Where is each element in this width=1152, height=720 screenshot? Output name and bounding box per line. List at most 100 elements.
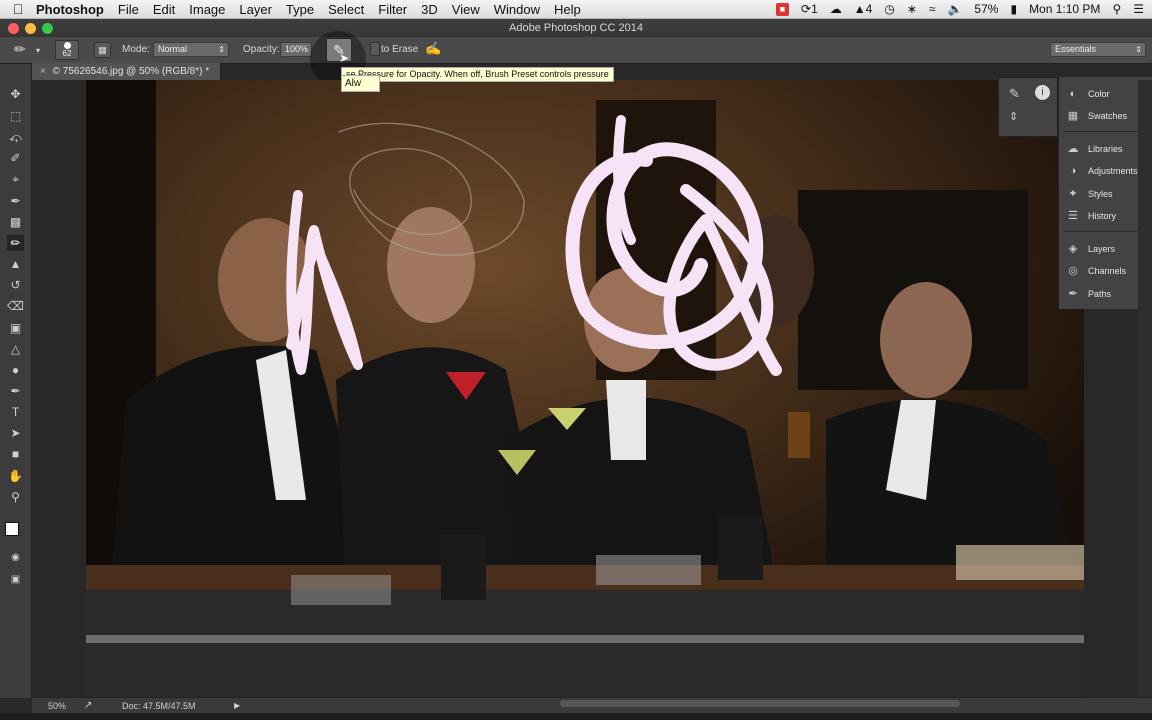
menu-type[interactable]: Type xyxy=(286,2,314,17)
blur-tool-icon[interactable]: △ xyxy=(7,341,24,357)
marquee-tool-icon[interactable]: ⬚ xyxy=(7,108,24,124)
close-icon[interactable]: × xyxy=(40,66,46,77)
opacity-field[interactable]: 100% xyxy=(280,42,312,57)
document-tab[interactable]: × © 75626546.jpg @ 50% (RGB/8*) * xyxy=(32,63,221,80)
foreground-color-swatch[interactable] xyxy=(5,522,19,536)
history-brush-tool-icon[interactable]: ↺ xyxy=(7,277,24,293)
ashtray xyxy=(596,555,701,585)
lasso-tool-icon[interactable]: ⤽ xyxy=(7,129,24,145)
panel-label: Layers xyxy=(1088,244,1116,254)
mode-select[interactable]: Normal ⇕ xyxy=(153,42,229,57)
menu-file[interactable]: File xyxy=(118,2,139,17)
type-tool-icon[interactable]: T xyxy=(7,404,24,420)
creative-cloud-icon[interactable]: ☁ xyxy=(830,2,842,16)
panel-label: Channels xyxy=(1088,266,1127,276)
menu-view[interactable]: View xyxy=(452,2,480,17)
crop-tool-icon[interactable]: ⌖ xyxy=(7,171,24,187)
quick-selection-tool-icon[interactable]: ✐ xyxy=(7,150,24,166)
auto-erase-checkbox[interactable] xyxy=(370,42,380,56)
document-size: Doc: 47.5M/47.5M xyxy=(122,701,196,711)
menu-3d[interactable]: 3D xyxy=(421,2,438,17)
brush-panel-toggle-icon[interactable]: ▦ xyxy=(94,42,111,58)
brush-size-value: 62 xyxy=(62,49,72,58)
menu-help[interactable]: Help xyxy=(554,2,581,17)
counter-edge xyxy=(86,635,1084,643)
dodge-tool-icon[interactable]: ● xyxy=(7,362,24,378)
volume-icon[interactable]: 🔈 xyxy=(947,2,962,16)
gradient-tool-icon[interactable]: ▣ xyxy=(7,320,24,336)
tools-panel: ✥ ⬚ ⤽ ✐ ⌖ ✒ ▩ ✏ ▲ ↺ ⌫ ▣ △ ● ✒ T ➤ ■ ✋ ⚲ … xyxy=(0,64,32,698)
eyedropper-tool-icon[interactable]: ✒ xyxy=(7,193,24,209)
paths-panel-icon: ✒ xyxy=(1068,288,1078,300)
close-window-button[interactable] xyxy=(8,23,19,34)
cigar-box xyxy=(956,545,1084,580)
menu-image[interactable]: Image xyxy=(189,2,225,17)
battery-percent[interactable]: 57% xyxy=(974,2,998,16)
eraser-tool-icon[interactable]: ⌫ xyxy=(7,298,24,314)
brush-tool-icon[interactable]: ✏ xyxy=(7,235,24,251)
panel-divider xyxy=(1063,131,1149,132)
options-bar: ✏ ▾ 62 ▦ Mode: Normal ⇕ Opacity: 100% ✎ … xyxy=(0,31,1152,87)
swatches-panel-icon: ▦ xyxy=(1067,110,1079,122)
time-machine-icon[interactable]: ◷ xyxy=(884,2,894,16)
healing-brush-tool-icon[interactable]: ▩ xyxy=(7,214,24,230)
adobe-icon[interactable]: ▲4 xyxy=(854,2,873,16)
tooltip-fragment: Alw xyxy=(341,75,380,92)
zoom-window-button[interactable] xyxy=(42,23,53,34)
menu-select[interactable]: Select xyxy=(328,2,364,17)
notification-center-icon[interactable]: ☰ xyxy=(1133,2,1144,16)
screen-mode-icon[interactable]: ▣ xyxy=(7,572,24,588)
chevron-down-icon[interactable]: ▾ xyxy=(36,46,40,55)
move-tool-icon[interactable]: ✥ xyxy=(7,86,24,102)
menu-filter[interactable]: Filter xyxy=(378,2,407,17)
quick-mask-icon[interactable]: ◉ xyxy=(7,550,24,566)
auto-erase-label: to Erase xyxy=(381,44,419,55)
horizontal-scrollbar[interactable] xyxy=(560,700,960,707)
spotlight-search-icon[interactable]: ⚲ xyxy=(1112,2,1121,16)
cigar-lighter xyxy=(718,515,763,580)
app-menu[interactable]: Photoshop xyxy=(36,2,104,17)
minimize-window-button[interactable] xyxy=(25,23,36,34)
workspace-select[interactable]: Essentials ⇕ xyxy=(1050,42,1146,57)
zoom-tool-icon[interactable]: ⚲ xyxy=(7,489,24,505)
path-selection-tool-icon[interactable]: ➤ xyxy=(7,425,24,441)
panel-label: Libraries xyxy=(1088,144,1123,154)
panel-label: History xyxy=(1088,211,1117,221)
history-panel-icon: ☰ xyxy=(1068,210,1078,222)
hand-tool-icon[interactable]: ✋ xyxy=(7,468,24,484)
select-arrows-icon: ⇕ xyxy=(1135,45,1142,54)
brush-size-picker[interactable]: 62 xyxy=(55,40,79,60)
rectangle-tool-icon[interactable]: ■ xyxy=(7,446,24,462)
wifi-icon[interactable]: ≈ xyxy=(929,2,936,16)
sync-icon[interactable]: ⟳1 xyxy=(801,2,818,16)
panel-label: Adjustments xyxy=(1088,166,1138,176)
vertical-scrollbar[interactable] xyxy=(1138,80,1152,697)
bluetooth-icon[interactable]: ∗ xyxy=(907,2,917,16)
channels-panel-icon: ◎ xyxy=(1068,265,1078,277)
clone-stamp-tool-icon[interactable]: ▲ xyxy=(7,256,24,272)
menu-layer[interactable]: Layer xyxy=(239,2,272,17)
share-icon[interactable]: ↗ xyxy=(84,698,92,714)
document-tab-title: © 75626546.jpg @ 50% (RGB/8*) * xyxy=(52,66,210,77)
adobe-count: 4 xyxy=(865,2,873,16)
panel-label: Swatches xyxy=(1088,111,1128,121)
menu-window[interactable]: Window xyxy=(494,2,540,17)
info-icon[interactable]: i xyxy=(1035,85,1050,100)
tool-presets-icon[interactable]: ⇕ xyxy=(1009,110,1018,123)
pen-tool-icon[interactable]: ✒ xyxy=(7,383,24,399)
person-head xyxy=(880,282,972,398)
select-arrows-icon: ⇕ xyxy=(218,45,225,54)
brush-presets-icon[interactable]: ✎ xyxy=(1009,86,1020,102)
recording-icon[interactable]: ■ xyxy=(776,2,789,16)
zoom-level[interactable]: 50% xyxy=(48,698,66,714)
brush-tool-preset-icon[interactable]: ✏ xyxy=(14,41,26,58)
panel-divider xyxy=(1063,231,1149,232)
clock[interactable]: Mon 1:10 PM xyxy=(1029,2,1100,16)
apple-icon[interactable]:  xyxy=(0,1,36,17)
status-menu-arrow-icon[interactable]: ▶ xyxy=(234,698,240,714)
styles-panel-icon: ✦ xyxy=(1068,188,1078,200)
sync-count: 1 xyxy=(811,2,818,16)
pressure-size-icon[interactable]: ✍ xyxy=(425,41,441,57)
menu-edit[interactable]: Edit xyxy=(153,2,175,17)
image-canvas[interactable] xyxy=(86,80,1084,697)
